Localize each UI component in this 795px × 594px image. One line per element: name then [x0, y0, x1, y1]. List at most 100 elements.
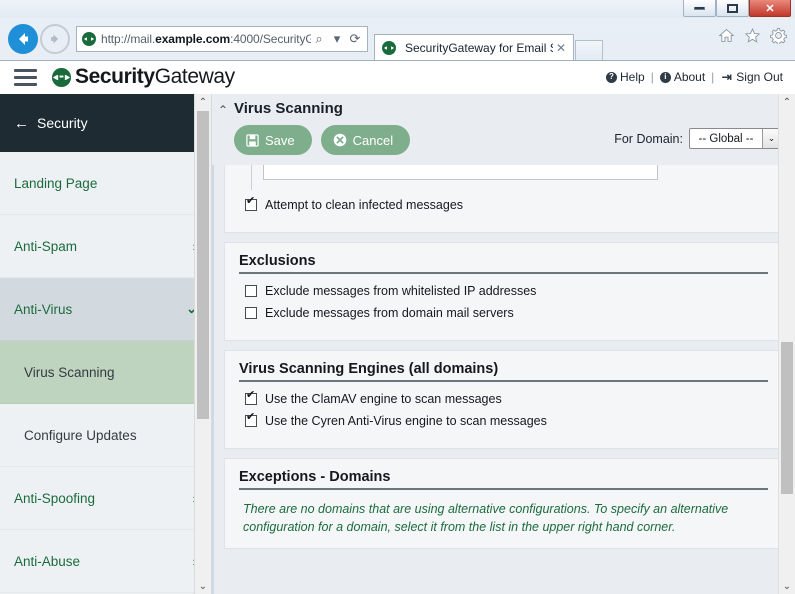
content-area: ⌃ Virus Scanning Save Cancel For Domain:… [212, 94, 795, 594]
cancel-label: Cancel [352, 132, 394, 148]
hamburger-menu-icon[interactable] [14, 68, 37, 86]
sidebar-list: Landing Page Anti-Spam › Anti-Virus ⌄ Vi… [0, 152, 211, 594]
content-header: ⌃ Virus Scanning Save Cancel For Domain:… [212, 94, 795, 165]
sidebar-header-label: Security [37, 115, 88, 131]
browser-tab[interactable]: SecurityGateway for Email S... ✕ [374, 34, 574, 60]
content-scrollbar[interactable]: ⌃ ⌄ [778, 94, 795, 594]
sign-out-icon: ⇥ [721, 70, 732, 84]
page-viewport: SecurityGateway ? Help | i About | ⇥ Sign O… [0, 60, 795, 594]
header-links: ? Help | i About | ⇥ Sign Out [606, 70, 783, 84]
cancel-x-icon [333, 133, 347, 147]
tab-strip: SecurityGateway for Email S... ✕ [374, 18, 603, 60]
home-icon[interactable] [718, 27, 735, 44]
browser-toolbar-icons [718, 27, 787, 44]
chevron-down-icon[interactable]: ▾ [329, 31, 345, 47]
back-icon[interactable] [8, 24, 38, 54]
exclude-domain-mail-servers-label: Exclude messages from domain mail server… [265, 306, 514, 320]
sidebar-item-landing-page[interactable]: Landing Page [0, 152, 211, 215]
exclude-whitelisted-ip-checkbox[interactable] [245, 285, 257, 297]
sidebar-item-anti-virus[interactable]: Anti-Virus ⌄ [0, 278, 211, 341]
domain-select[interactable]: -- Global -- ⌄ [689, 128, 781, 149]
tab-close-icon[interactable]: ✕ [553, 41, 569, 55]
scroll-down-icon[interactable]: ⌄ [195, 578, 211, 594]
help-icon: ? [606, 71, 617, 83]
scrollbar-thumb[interactable] [781, 342, 793, 494]
minimize-button[interactable] [683, 0, 716, 17]
refresh-icon[interactable]: ⟳ [347, 31, 363, 47]
exceptions-domains-card: Exceptions - Domains There are no domain… [224, 458, 783, 550]
settings-panel: Attempt to clean infected messages Exclu… [212, 165, 795, 550]
info-icon: i [659, 71, 671, 83]
sidebar-item-label: Landing Page [14, 175, 98, 191]
collapse-icon[interactable]: ⌃ [218, 103, 228, 117]
field-indent-rail [251, 165, 252, 190]
close-button[interactable]: ✕ [749, 0, 791, 17]
sidebar-item-configure-updates[interactable]: Configure Updates [0, 404, 211, 467]
save-button[interactable]: Save [234, 125, 312, 155]
scroll-down-icon[interactable]: ⌄ [779, 578, 795, 594]
sidebar-item-anti-abuse[interactable]: Anti-Abuse › [0, 530, 211, 593]
forward-icon[interactable] [40, 24, 70, 54]
new-tab-button[interactable] [575, 40, 603, 60]
exclude-domain-mail-servers-checkbox[interactable] [245, 307, 257, 319]
scroll-up-icon[interactable]: ⌃ [779, 94, 795, 111]
exclusions-card: Exclusions Exclude messages from whiteli… [224, 242, 783, 341]
about-label: About [673, 70, 706, 84]
toolbar: Save Cancel [234, 125, 411, 155]
about-link[interactable]: i About [659, 70, 706, 84]
settings-gear-icon[interactable] [770, 27, 787, 44]
scrollbar-thumb[interactable] [197, 111, 209, 419]
back-arrow-icon[interactable]: ← [14, 116, 29, 131]
sidebar-item-virus-scanning[interactable]: Virus Scanning [0, 341, 211, 404]
exclusions-section-title: Exclusions [239, 253, 768, 274]
url-text: http://mail.example.com:4000/SecurityGat… [101, 32, 311, 46]
attempt-clean-label: Attempt to clean infected messages [265, 198, 464, 212]
shield-globe-icon [51, 67, 72, 87]
help-link[interactable]: ? Help [606, 70, 645, 84]
app-logo[interactable]: SecurityGateway [51, 65, 235, 89]
window-controls: ✕ [683, 0, 791, 17]
sidebar-item-label: Configure Updates [24, 427, 137, 443]
exclude-whitelisted-ip-label: Exclude messages from whitelisted IP add… [265, 284, 537, 298]
sign-out-link[interactable]: ⇥ Sign Out [720, 70, 783, 84]
favorites-star-icon[interactable] [744, 27, 761, 44]
sidebar-scrollbar[interactable]: ⌃ ⌄ [194, 94, 211, 594]
notification-textarea[interactable] [263, 165, 658, 180]
clamav-engine-label: Use the ClamAV engine to scan messages [265, 392, 502, 406]
sidebar: ← Security Landing Page Anti-Spam › Anti… [0, 94, 212, 594]
navigation-bar: http://mail.example.com:4000/SecurityGat… [0, 18, 795, 60]
sign-out-label: Sign Out [736, 70, 783, 84]
app-header: SecurityGateway ? Help | i About | ⇥ Sign O… [0, 61, 795, 94]
cyren-engine-checkbox[interactable] [245, 412, 257, 427]
maximize-button[interactable] [716, 0, 749, 17]
scanning-engines-section-title: Virus Scanning Engines (all domains) [239, 361, 768, 382]
clamav-engine-checkbox[interactable] [245, 390, 257, 405]
search-icon[interactable]: ⌕ [311, 31, 327, 47]
save-label: Save [265, 132, 295, 148]
sidebar-item-label: Anti-Spam [14, 238, 78, 254]
address-bar[interactable]: http://mail.example.com:4000/SecurityGat… [76, 26, 368, 52]
app-logo-text: SecurityGateway [75, 65, 235, 88]
tab-favicon [382, 40, 396, 55]
cancel-button[interactable]: Cancel [320, 125, 411, 155]
domain-selector-group: For Domain: -- Global -- ⌄ [614, 128, 781, 149]
sidebar-item-anti-spoofing[interactable]: Anti-Spoofing › [0, 467, 211, 530]
sidebar-header[interactable]: ← Security [0, 94, 211, 152]
sidebar-item-anti-spam[interactable]: Anti-Spam › [0, 215, 211, 278]
settings-scroll-panel: Attempt to clean infected messages Exclu… [212, 165, 795, 594]
sidebar-item-label: Virus Scanning [24, 364, 115, 380]
domain-label: For Domain: [614, 131, 683, 146]
scanning-engines-card: Virus Scanning Engines (all domains) Use… [224, 350, 783, 449]
domain-select-value: -- Global -- [698, 132, 754, 145]
app-body: ← Security Landing Page Anti-Spam › Anti… [0, 94, 795, 594]
save-disk-icon [246, 133, 259, 147]
attempt-clean-checkbox[interactable] [245, 196, 257, 211]
browser-window: ✕ http://mail.example.com:4000/SecurityG… [0, 0, 795, 594]
scroll-up-icon[interactable]: ⌃ [195, 94, 211, 111]
link-separator: | [650, 70, 654, 84]
page-title: Virus Scanning [234, 100, 343, 117]
help-label: Help [620, 70, 645, 84]
link-separator: | [711, 70, 715, 84]
site-favicon [82, 32, 96, 46]
scan-settings-card: Attempt to clean infected messages [224, 165, 783, 233]
